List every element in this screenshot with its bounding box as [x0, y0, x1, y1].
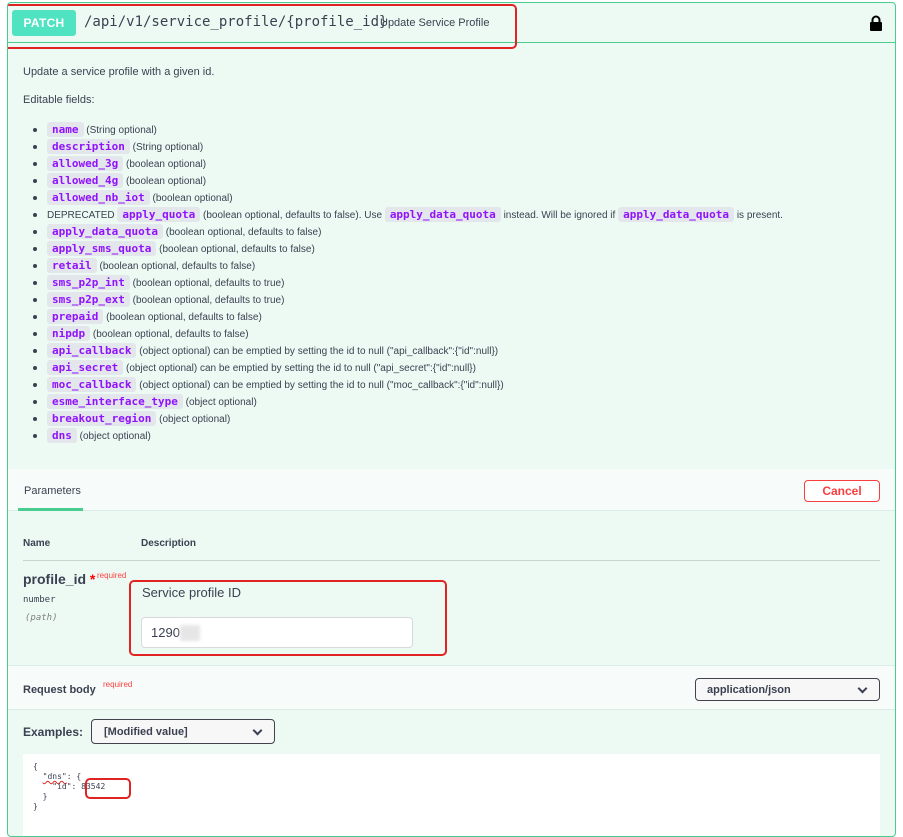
editor-content[interactable]: { "dns": { "id": 83542 } } [33, 762, 870, 812]
list-item: api_secret (object optional) can be empt… [23, 359, 783, 376]
list-item: esme_interface_type (object optional) [23, 393, 783, 410]
list-item: sms_p2p_int (boolean optional, defaults … [23, 274, 783, 291]
list-item: retail (boolean optional, defaults to fa… [23, 257, 783, 274]
list-item: dns (object optional) [23, 427, 783, 444]
content-type-value: application/json [707, 684, 791, 696]
param-required-label: required [97, 571, 127, 580]
list-item: moc_callback (object optional) can be em… [23, 376, 783, 393]
editable-fields-label: Editable fields: [23, 94, 95, 106]
dns-key: "dns" [42, 772, 67, 781]
examples-label: Examples: [23, 725, 84, 739]
redacted-digits [180, 625, 200, 641]
list-item: nipdp (boolean optional, defaults to fal… [23, 325, 783, 342]
param-description: Service profile ID [142, 585, 241, 600]
tab-parameters[interactable]: Parameters [18, 469, 83, 511]
chevron-down-icon [857, 683, 868, 694]
request-body-title: Request body [23, 684, 96, 696]
content-type-select[interactable]: application/json [695, 678, 880, 701]
description-intro: Update a service profile with a given id… [23, 66, 215, 78]
param-location: (path) [25, 613, 58, 623]
operation-block: PATCH /api/v1/service_profile/{profile_i… [7, 2, 896, 837]
list-item: DEPRECATED apply_quota (boolean optional… [23, 206, 783, 223]
column-header-description: Description [141, 538, 197, 549]
request-body-editor[interactable]: { "dns": { "id": 83542 } } [23, 754, 880, 836]
required-star: * [89, 571, 96, 587]
list-item: allowed_3g (boolean optional) [23, 155, 783, 172]
method-badge: PATCH [12, 10, 76, 36]
id-key: "id" [52, 782, 72, 791]
operation-path: /api/v1/service_profile/{profile_id} [84, 14, 388, 30]
list-item: description (String optional) [23, 138, 783, 155]
list-item: api_callback (object optional) can be em… [23, 342, 783, 359]
parameters-header: Parameters Cancel [8, 469, 895, 511]
param-name: profile_id * [23, 571, 96, 587]
list-item: allowed_4g (boolean optional) [23, 172, 783, 189]
list-item: allowed_nb_iot (boolean optional) [23, 189, 783, 206]
param-type: number [23, 595, 56, 605]
request-body-header: Request body required application/json [8, 665, 895, 710]
list-item: prepaid (boolean optional, defaults to f… [23, 308, 783, 325]
id-value: 83542 [81, 782, 106, 791]
request-body-required: required [103, 680, 133, 689]
list-item: name (String optional) [23, 121, 783, 138]
list-item: breakout_region (object optional) [23, 410, 783, 427]
editable-fields-list: name (String optional) description (Stri… [23, 121, 783, 444]
list-item: sms_p2p_ext (boolean optional, defaults … [23, 291, 783, 308]
examples-select[interactable]: [Modified value] [91, 719, 275, 744]
lock-icon[interactable] [869, 15, 883, 31]
operation-summary-text: Update Service Profile [380, 17, 490, 29]
operation-summary[interactable]: PATCH /api/v1/service_profile/{profile_i… [8, 3, 895, 43]
column-header-name: Name [23, 538, 51, 549]
list-item: apply_data_quota (boolean optional, defa… [23, 223, 783, 240]
column-divider [23, 560, 880, 561]
cancel-button[interactable]: Cancel [804, 480, 880, 502]
operation-description: Update a service profile with a given id… [23, 65, 783, 444]
list-item: apply_sms_quota (boolean optional, defau… [23, 240, 783, 257]
examples-selected-value: [Modified value] [104, 726, 188, 738]
chevron-down-icon [252, 725, 263, 736]
